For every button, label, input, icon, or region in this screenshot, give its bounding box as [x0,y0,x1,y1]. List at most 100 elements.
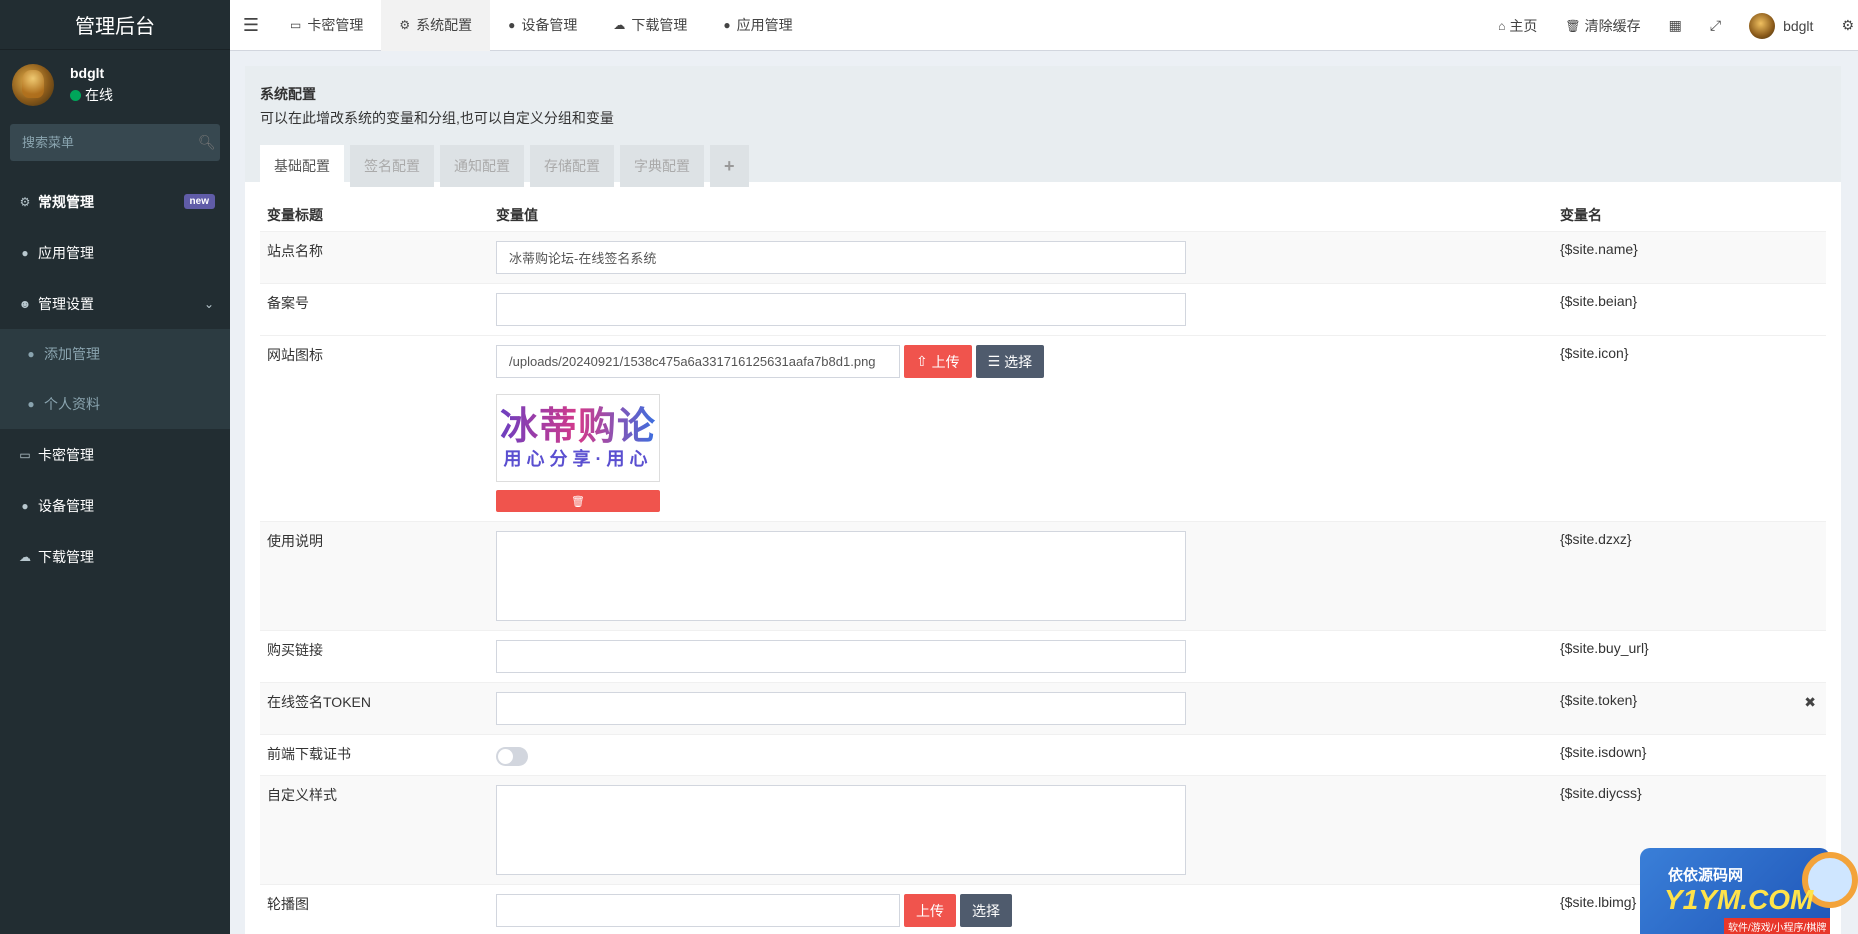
table-row: 网站图标 /uploads/20240921/1538c475a6a331716… [260,335,1826,521]
watermark-line1: 依依源码网 [1668,867,1744,884]
user-menu[interactable]: bdglt [1735,0,1827,51]
table-row: 自定义样式 {$site.diycss} [260,775,1826,884]
carousel-input[interactable] [496,894,900,927]
row-var: {$site.beian} [1560,293,1638,309]
sidebar-item-label: 下载管理 [38,548,94,565]
top-header: ☰ ▭ 卡密管理 ⚙ 系统配置 ● 设备管理 ☁ 下载管理 ● 应用管理 ⌂ 主页 🗑︎ 清除… [230,0,1858,51]
user-icon: ● [27,397,35,411]
header-right: ⌂ 主页 🗑︎ 清除缓存 ▦ ⤢ bdglt ⚙ [1484,0,1858,51]
sidebar-item-devices[interactable]: ● 设备管理 [0,480,230,531]
sidebar-item-general[interactable]: ⚙ 常规管理 new [0,176,230,227]
credit-card-icon: ▭ [19,447,31,462]
page-title: 系统配置 [260,86,316,102]
row-var: {$site.isdown} [1560,744,1647,760]
watermark-line2: Y1YM.COM [1664,884,1814,915]
column-header: 变量标题 [267,206,323,223]
delete-image-button[interactable]: 🗑︎ [496,490,660,512]
main-content: 系统配置 可以在此增改系统的变量和分组,也可以自定义分组和变量 基础配置 签名配… [245,66,1841,934]
tab-label: 卡密管理 [307,17,364,33]
top-tabs: ▭ 卡密管理 ⚙ 系统配置 ● 设备管理 ☁ 下载管理 ● 应用管理 [272,0,811,51]
buy-url-input[interactable] [496,640,1186,673]
user-status-text: 在线 [85,87,113,103]
panel-heading: 系统配置 可以在此增改系统的变量和分组,也可以自定义分组和变量 基础配置 签名配… [245,66,1841,187]
tab-notify-config[interactable]: 通知配置 [440,145,524,187]
custom-css-textarea[interactable] [496,785,1186,875]
upload-button[interactable]: 上传 [904,894,956,927]
row-var: {$site.name} [1560,241,1638,257]
token-input[interactable] [496,692,1186,725]
tab-storage-config[interactable]: 存储配置 [530,145,614,187]
table-row: 备案号 {$site.beian} [260,283,1826,335]
table-header: 变量标题 变量值 变量名 [260,198,1826,231]
trash-icon: 🗑︎ [571,495,585,508]
sidebar-item-add-admin[interactable]: ● 添加管理 [0,329,230,379]
user-icon: ● [27,347,35,361]
beian-input[interactable] [496,293,1186,326]
select-label: 选择 [1004,353,1033,370]
tab-downloads[interactable]: ☁ 下载管理 [595,0,705,51]
sidebar-item-label: 个人资料 [44,396,100,412]
row-var: {$site.buy_url} [1560,640,1649,656]
config-tabs: 基础配置 签名配置 通知配置 存储配置 字典配置 + [260,145,1826,187]
menu-search: 🔍︎ [10,124,220,161]
close-icon[interactable]: ✖ [1804,694,1816,711]
home-link[interactable]: ⌂ 主页 [1484,0,1551,51]
sidebar-item-apps[interactable]: ● 应用管理 [0,227,230,278]
page-description: 可以在此增改系统的变量和分组,也可以自定义分组和变量 [260,110,614,126]
config-table: 变量标题 变量值 变量名 站点名称 冰蒂购论坛-在线签名系统 {$site.na… [260,198,1826,934]
tab-card-keys[interactable]: ▭ 卡密管理 [272,0,381,51]
tab-system-config[interactable]: ⚙ 系统配置 [381,0,491,51]
row-var: {$site.icon} [1560,345,1629,361]
sidebar-item-card-keys[interactable]: ▭ 卡密管理 [0,429,230,480]
table-row: 站点名称 冰蒂购论坛-在线签名系统 {$site.name} [260,231,1826,283]
select-button[interactable]: 选择 [960,894,1012,927]
home-icon: ⌂ [1498,18,1506,33]
row-title: 购买链接 [267,642,323,658]
app-icon: ● [723,18,731,32]
row-title: 轮播图 [267,896,309,912]
sidebar-item-admin-settings[interactable]: ☻ 管理设置 ⌄ [0,278,230,329]
site-icon-input[interactable]: /uploads/20240921/1538c475a6a33171612563… [496,345,900,378]
sidebar-item-profile[interactable]: ● 个人资料 [0,379,230,429]
row-title: 使用说明 [267,533,323,549]
tab-devices[interactable]: ● 设备管理 [490,0,595,51]
apple-icon: ● [508,18,516,32]
add-group-button[interactable]: + [710,145,749,187]
users-icon: ☻ [18,296,32,311]
clear-cache-button[interactable]: 🗑︎ 清除缓存 [1551,0,1654,51]
row-title: 自定义样式 [267,787,337,803]
site-name-input[interactable]: 冰蒂购论坛-在线签名系统 [496,241,1186,274]
preview-text-line1: 冰蒂购论 [499,406,656,448]
tab-dict-config[interactable]: 字典配置 [620,145,704,187]
tab-sign-config[interactable]: 签名配置 [350,145,434,187]
gears-icon[interactable]: ⚙ [1827,0,1858,51]
credit-card-icon: ▭ [290,18,302,32]
tab-basic-config[interactable]: 基础配置 [260,145,344,187]
fullscreen-icon[interactable]: ⤢ [1696,0,1735,51]
cloud-download-icon: ☁ [19,549,31,564]
upload-icon: ⇧ [916,353,932,369]
translate-icon[interactable]: ▦ [1655,0,1696,51]
menu-search-input[interactable] [22,135,198,150]
sidebar-item-label: 常规管理 [38,193,94,210]
row-title: 在线签名TOKEN [267,694,371,710]
sidebar-item-label: 设备管理 [38,497,94,514]
list-icon: ☰ [987,353,1005,369]
upload-button[interactable]: ⇧ 上传 [904,345,972,378]
table-row: 购买链接 {$site.buy_url} [260,630,1826,682]
usage-textarea[interactable] [496,531,1186,621]
tab-apps[interactable]: ● 应用管理 [705,0,810,51]
column-header: 变量值 [496,206,538,223]
sidebar-item-label: 添加管理 [44,346,100,362]
app-logo-title[interactable]: 管理后台 [0,0,230,50]
clear-cache-label: 清除缓存 [1584,17,1641,34]
menu-toggle-icon[interactable]: ☰ [230,0,272,51]
download-cert-toggle[interactable] [496,747,528,766]
sidebar-item-downloads[interactable]: ☁ 下载管理 [0,531,230,582]
home-label: 主页 [1509,17,1538,34]
select-button[interactable]: ☰ 选择 [975,345,1045,378]
gears-icon: ⚙ [19,194,31,209]
search-icon[interactable]: 🔍︎ [198,134,216,151]
row-title: 站点名称 [267,243,323,259]
chevron-down-icon: ⌄ [203,296,214,311]
